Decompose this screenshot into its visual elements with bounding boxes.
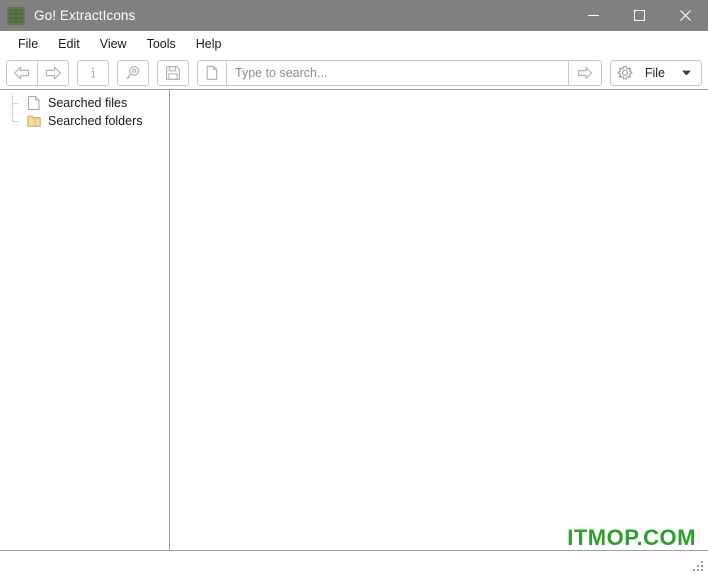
menu-item-tools[interactable]: Tools: [137, 34, 186, 54]
navigation-button-group: [6, 60, 69, 86]
menu-item-file[interactable]: File: [8, 34, 48, 54]
magnifier-key-icon: [126, 65, 140, 80]
arrow-right-circle-icon: [577, 67, 593, 79]
title-bar[interactable]: Go! ExtractIcons: [0, 0, 708, 31]
chevron-down-icon: [679, 70, 693, 76]
maximize-button[interactable]: [616, 0, 662, 31]
app-knot-icon: [7, 6, 25, 25]
save-button[interactable]: [158, 61, 188, 85]
resize-grip-icon[interactable]: [692, 560, 705, 573]
tree-item-label: Searched folders: [48, 114, 143, 128]
search-go-button[interactable]: [569, 61, 601, 85]
tree-item-searched-folders[interactable]: Searched folders: [0, 112, 169, 130]
tree-item-label: Searched files: [48, 96, 128, 110]
back-button[interactable]: [7, 61, 37, 85]
document-icon: [206, 65, 218, 80]
application-window: Go! ExtractIcons File Edit View Tools He…: [0, 0, 708, 575]
floppy-disk-icon: [166, 66, 180, 80]
gear-icon: [617, 66, 633, 80]
menu-item-help[interactable]: Help: [186, 34, 232, 54]
status-bar: [0, 550, 708, 575]
minimize-icon: [587, 15, 599, 16]
tree-item-searched-files[interactable]: Searched files: [0, 94, 169, 112]
info-button[interactable]: [78, 61, 108, 85]
arrow-right-icon: [45, 66, 61, 80]
find-button-group: [117, 60, 149, 86]
tree-panel[interactable]: Searched files Searched folders: [0, 90, 170, 550]
close-icon: [679, 10, 691, 21]
search-box: [197, 60, 602, 86]
file-dropdown-label: File: [644, 66, 665, 80]
find-button[interactable]: [118, 61, 148, 85]
menu-item-view[interactable]: View: [90, 34, 137, 54]
document-icon: [27, 95, 40, 111]
info-icon: [91, 67, 95, 78]
menu-item-edit[interactable]: Edit: [48, 34, 90, 54]
info-button-group: [77, 60, 109, 86]
arrow-left-icon: [14, 66, 30, 80]
menu-bar: File Edit View Tools Help: [0, 31, 708, 57]
file-mode-dropdown[interactable]: File: [609, 60, 702, 86]
minimize-button[interactable]: [570, 0, 616, 31]
window-controls: [570, 0, 708, 31]
maximize-icon: [633, 10, 645, 21]
window-title: Go! ExtractIcons: [34, 8, 136, 23]
folder-icon: [27, 115, 41, 127]
content-panel[interactable]: [170, 90, 708, 550]
tree-connector-line: [10, 112, 26, 130]
search-input[interactable]: [227, 61, 568, 85]
search-scope-button[interactable]: [198, 61, 226, 85]
close-button[interactable]: [662, 0, 708, 31]
forward-button[interactable]: [38, 61, 68, 85]
main-split-area: Searched files Searched folders: [0, 89, 708, 550]
save-button-group: [157, 60, 189, 86]
toolbar: File: [0, 57, 708, 89]
tree-connector-line: [10, 94, 26, 112]
